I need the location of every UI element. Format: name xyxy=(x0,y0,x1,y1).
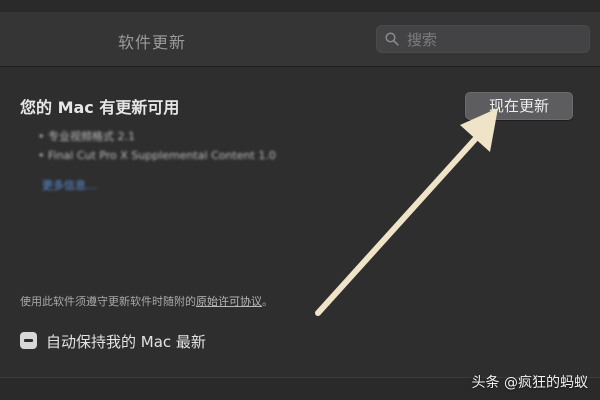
license-agreement-link[interactable]: 原始许可协议 xyxy=(196,295,262,308)
software-update-window: 软件更新 您的 Mac 有更新可用 现在更新 • 专业视频格式 2.1 • Fi… xyxy=(0,0,600,400)
watermark: 头条 @疯狂的蚂蚁 xyxy=(471,375,588,391)
update-panel: 您的 Mac 有更新可用 现在更新 • 专业视频格式 2.1 • Final C… xyxy=(0,67,600,377)
update-item: • 专业视频格式 2.1 xyxy=(38,130,135,143)
license-text: 使用此软件须遵守更新软件时随附的 xyxy=(20,295,196,308)
search-input[interactable] xyxy=(405,29,584,51)
license-period: 。 xyxy=(262,295,273,308)
toolbar: 软件更新 xyxy=(0,12,600,67)
update-item: • Final Cut Pro X Supplemental Content 1… xyxy=(38,149,276,162)
more-info-link[interactable]: 更多信息… xyxy=(42,177,97,193)
update-now-button[interactable]: 现在更新 xyxy=(465,92,573,120)
window-title: 软件更新 xyxy=(118,33,187,52)
license-notice: 使用此软件须遵守更新软件时随附的原始许可协议。 xyxy=(20,293,273,309)
search-icon xyxy=(385,32,399,46)
auto-update-checkbox[interactable] xyxy=(20,332,37,349)
search-field[interactable] xyxy=(376,25,590,53)
update-list: • 专业视频格式 2.1 • Final Cut Pro X Supplemen… xyxy=(38,127,276,165)
update-available-heading: 您的 Mac 有更新可用 xyxy=(20,98,180,117)
auto-update-label[interactable]: 自动保持我的 Mac 最新 xyxy=(46,331,206,352)
